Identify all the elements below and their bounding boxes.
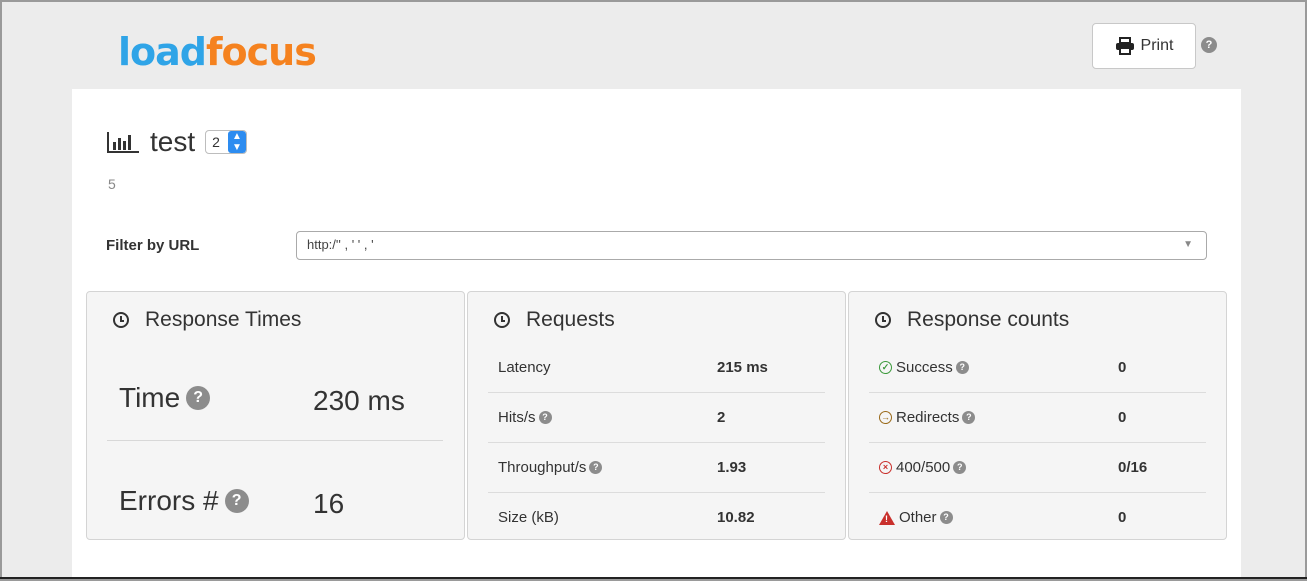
time-label: Time [119, 382, 181, 413]
row-label: ! Other ? [879, 509, 953, 526]
row-label: ✓ Success ? [879, 359, 969, 376]
help-icon[interactable]: ? [962, 411, 976, 424]
clock-icon [113, 312, 129, 328]
errors-400-500-label: 400/500 [896, 459, 951, 476]
latency-value: 215 ms [717, 359, 768, 376]
help-icon[interactable]: ? [939, 511, 953, 524]
bottom-border [0, 577, 1307, 579]
printer-icon [1115, 37, 1134, 55]
card-header: Response counts [875, 308, 1069, 332]
print-button[interactable]: Print [1092, 23, 1196, 69]
throughput-value: 1.93 [717, 459, 747, 476]
latency-label: Latency [498, 359, 551, 376]
chevron-down-icon: ▼ [1183, 239, 1193, 250]
card-title: Response Times [145, 308, 302, 331]
response-counts-card: Response counts ✓ Success ? 0 → Redirect… [848, 291, 1227, 540]
counts-row-success: ✓ Success ? 0 [869, 343, 1206, 393]
hits-label: Hits/s [498, 409, 536, 426]
help-icon[interactable]: ? [589, 461, 603, 474]
help-icon[interactable]: ? [538, 411, 552, 424]
warning-icon: ! [879, 510, 895, 525]
redirects-value: 0 [1118, 409, 1127, 426]
help-icon[interactable]: ? [224, 489, 249, 513]
print-label: Print [1140, 37, 1174, 54]
time-metric: Time ? [119, 382, 211, 414]
bar-chart-icon [107, 132, 139, 153]
logo-part-focus: focus [205, 30, 317, 74]
help-icon[interactable]: ? [955, 361, 969, 374]
test-title-row: test 2 ▲ ▼ [106, 126, 247, 158]
clock-icon [875, 312, 891, 328]
loadfocus-logo[interactable]: loadfocus [118, 30, 317, 74]
requests-row-size: Size (kB) 10.82 [488, 493, 825, 543]
row-label: Size (kB) [498, 509, 559, 526]
test-subtitle: 5 [108, 176, 116, 192]
requests-row-throughput: Throughput/s? 1.93 [488, 443, 825, 493]
filter-label: Filter by URL [106, 237, 200, 254]
counts-row-errors: × 400/500 ? 0/16 [869, 443, 1206, 493]
help-icon[interactable]: ? [186, 386, 211, 410]
success-value: 0 [1118, 359, 1127, 376]
counts-row-other: ! Other ? 0 [869, 493, 1206, 543]
x-circle-icon: × [879, 461, 892, 474]
row-label: → Redirects ? [879, 409, 976, 426]
run-select[interactable]: 2 ▲ ▼ [205, 130, 247, 154]
size-label: Size (kB) [498, 509, 559, 526]
card-header: Response Times [113, 308, 301, 332]
row-label: Hits/s? [498, 409, 552, 426]
help-icon[interactable]: ? [953, 461, 967, 474]
requests-row-latency: Latency 215 ms [488, 343, 825, 393]
url-filter-value: http:/'' , ' ' , ' [307, 237, 374, 252]
other-value: 0 [1118, 509, 1127, 526]
errors-metric: Errors # ? [119, 485, 249, 517]
errors-400-500-value: 0/16 [1118, 459, 1148, 476]
check-circle-icon: ✓ [879, 361, 892, 374]
card-title: Response counts [907, 308, 1070, 331]
help-icon[interactable]: ? [1201, 37, 1217, 53]
response-times-card: Response Times Time ? 230 ms Errors # ? … [86, 291, 465, 540]
errors-value: 16 [313, 488, 345, 519]
redirects-label: Redirects [896, 409, 960, 426]
card-header: Requests [494, 308, 615, 332]
row-label: Throughput/s? [498, 459, 603, 476]
test-name: test [150, 126, 196, 157]
clock-icon [494, 312, 510, 328]
hits-value: 2 [717, 409, 726, 426]
throughput-label: Throughput/s [498, 459, 587, 476]
counts-row-redirects: → Redirects ? 0 [869, 393, 1206, 443]
errors-label: Errors # [119, 485, 219, 516]
logo-part-load: load [118, 30, 207, 74]
time-value: 230 ms [313, 385, 405, 416]
size-value: 10.82 [717, 509, 755, 526]
url-filter-select[interactable]: http:/'' , ' ' , ' ▼ [296, 231, 1207, 260]
stepper-arrows-icon: ▲ ▼ [227, 131, 246, 153]
other-label: Other [899, 509, 937, 526]
row-label: × 400/500 ? [879, 459, 967, 476]
card-title: Requests [526, 308, 615, 331]
arrow-circle-icon: → [879, 411, 892, 424]
row-label: Latency [498, 359, 551, 376]
requests-row-hits: Hits/s? 2 [488, 393, 825, 443]
requests-card: Requests Latency 215 ms Hits/s? 2 Throug… [467, 291, 846, 540]
success-label: Success [896, 359, 953, 376]
divider [107, 440, 443, 441]
run-select-value: 2 [212, 134, 220, 150]
